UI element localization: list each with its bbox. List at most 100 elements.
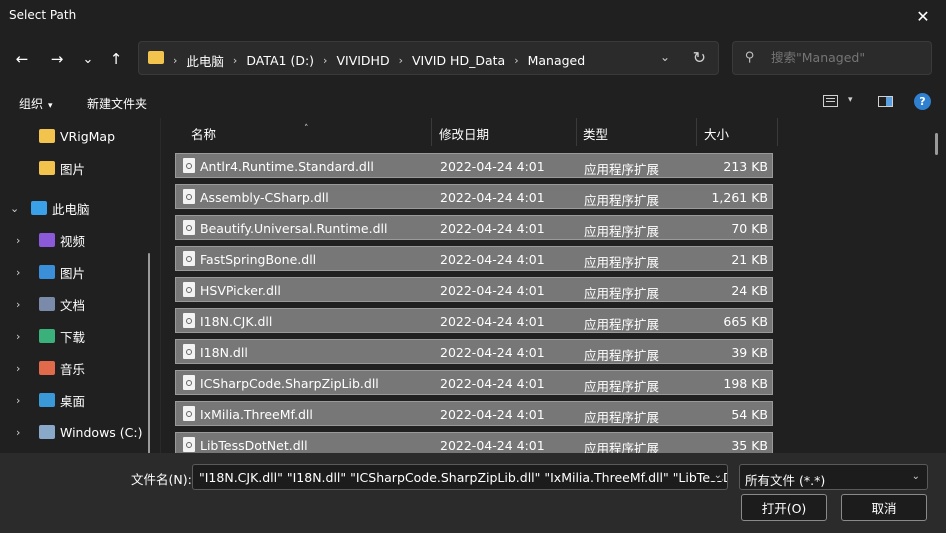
file-type: 应用程序扩展 — [584, 193, 660, 208]
chevron-right-icon[interactable]: › — [16, 234, 20, 247]
file-modified: 2022-04-24 4:01 — [440, 221, 545, 236]
address-bar[interactable]: › 此电脑 › DATA1 (D:) › VIVIDHD › VIVID HD_Data › Ma… — [138, 41, 719, 75]
file-size: 35 KB — [731, 438, 768, 453]
file-row[interactable]: HSVPicker.dll 2022-04-24 4:01 应用程序扩展 24 KB — [175, 277, 773, 302]
sidebar-item-label: 此电脑 — [52, 201, 90, 217]
sidebar-item[interactable]: › 下载 — [0, 322, 160, 350]
address-dropdown-icon[interactable]: ⌄ — [660, 50, 670, 64]
filename-input[interactable]: "I18N.CJK.dll" "I18N.dll" "ICSharpCode.S… — [192, 464, 728, 490]
file-name: HSVPicker.dll — [200, 283, 281, 298]
sidebar-item[interactable]: VRigMap — [0, 122, 160, 150]
forward-arrow-icon[interactable]: → — [45, 47, 69, 71]
file-row[interactable]: I18N.CJK.dll 2022-04-24 4:01 应用程序扩展 665 KB — [175, 308, 773, 333]
dll-file-icon — [183, 313, 195, 328]
breadcrumb-separator-icon[interactable]: › — [323, 54, 327, 67]
file-size: 54 KB — [731, 407, 768, 422]
dll-file-icon — [183, 158, 195, 173]
sidebar-item-label: 下载 — [60, 329, 86, 345]
breadcrumb-item[interactable]: DATA1 (D:) — [246, 53, 314, 68]
search-icon: ⚲ — [745, 50, 755, 65]
sidebar-item[interactable]: ⌄ 此电脑 — [0, 194, 160, 222]
chevron-right-icon[interactable]: › — [16, 330, 20, 343]
breadcrumb-separator-icon[interactable]: › — [233, 54, 237, 67]
file-modified: 2022-04-24 4:01 — [440, 407, 545, 422]
sidebar-item[interactable]: › 桌面 — [0, 386, 160, 414]
sidebar-item[interactable]: › Windows (C:) — [0, 418, 160, 446]
breadcrumb-item[interactable]: VIVIDHD — [336, 53, 389, 68]
file-modified: 2022-04-24 4:01 — [440, 376, 545, 391]
file-row[interactable]: LibTessDotNet.dll 2022-04-24 4:01 应用程序扩展 35… — [175, 432, 773, 453]
dll-file-icon — [183, 220, 195, 235]
help-icon[interactable]: ? — [914, 93, 931, 110]
file-row[interactable]: Beautify.Universal.Runtime.dll 2022-04-24… — [175, 215, 773, 240]
breadcrumb-item[interactable]: Managed — [528, 53, 586, 68]
column-header-name[interactable]: 名称 ˄ — [161, 118, 431, 146]
sidebar-item[interactable]: › 视频 — [0, 226, 160, 254]
cancel-button[interactable]: 取消 — [841, 494, 927, 521]
file-row[interactable]: FastSpringBone.dll 2022-04-24 4:01 应用程序扩展 2… — [175, 246, 773, 271]
file-row[interactable]: Antlr4.Runtime.Standard.dll 2022-04-24 4:… — [175, 153, 773, 178]
file-name: I18N.CJK.dll — [200, 314, 273, 329]
up-arrow-icon[interactable]: ↑ — [104, 47, 128, 71]
monitor-icon — [31, 201, 47, 215]
filetype-value: 所有文件 (*.*) — [745, 473, 826, 488]
file-modified: 2022-04-24 4:01 — [440, 159, 545, 174]
sidebar-item-label: 视频 — [60, 233, 86, 249]
organize-button[interactable]: 组织 ▾ — [19, 95, 53, 112]
column-modified-label: 修改日期 — [439, 127, 490, 142]
file-row[interactable]: IxMilia.ThreeMf.dll 2022-04-24 4:01 应用程序扩展… — [175, 401, 773, 426]
column-name-label: 名称 — [191, 127, 217, 142]
file-name: IxMilia.ThreeMf.dll — [200, 407, 313, 422]
file-type: 应用程序扩展 — [584, 410, 660, 425]
new-folder-button[interactable]: 新建文件夹 — [87, 95, 147, 112]
desktop-icon — [39, 393, 55, 407]
file-row[interactable]: ICSharpCode.SharpZipLib.dll 2022-04-24 4:… — [175, 370, 773, 395]
file-name: Beautify.Universal.Runtime.dll — [200, 221, 388, 236]
sidebar-item[interactable]: › 文档 — [0, 290, 160, 318]
recent-locations-chevron-icon[interactable]: ⌄ — [76, 47, 100, 71]
chevron-down-icon[interactable]: ▾ — [848, 95, 853, 105]
search-box[interactable]: ⚲ — [732, 41, 932, 75]
breadcrumb-separator-icon[interactable]: › — [399, 54, 403, 67]
dll-file-icon — [183, 375, 195, 390]
file-size: 665 KB — [723, 314, 768, 329]
title-bar: Select Path ✕ — [0, 0, 946, 32]
column-header-type[interactable]: 类型 — [577, 118, 696, 146]
breadcrumb-separator-icon[interactable]: › — [514, 54, 518, 67]
chevron-right-icon[interactable]: › — [16, 266, 20, 279]
file-type: 应用程序扩展 — [584, 379, 660, 394]
chevron-down-icon[interactable]: ⌄ — [10, 202, 19, 215]
sidebar-item[interactable]: 图片 — [0, 154, 160, 182]
view-list-icon[interactable] — [823, 95, 838, 107]
filetype-select[interactable]: 所有文件 (*.*) ⌄ — [739, 464, 928, 490]
sidebar-item[interactable]: › 音乐 — [0, 354, 160, 382]
file-row[interactable]: I18N.dll 2022-04-24 4:01 应用程序扩展 39 KB — [175, 339, 773, 364]
folder-icon — [39, 161, 55, 175]
sidebar-item-label: 音乐 — [60, 361, 86, 377]
close-icon[interactable]: ✕ — [900, 0, 946, 32]
file-modified: 2022-04-24 4:01 — [440, 345, 545, 360]
preview-pane-icon[interactable] — [878, 96, 893, 107]
file-row[interactable]: Assembly-CSharp.dll 2022-04-24 4:01 应用程序扩展… — [175, 184, 773, 209]
sort-ascending-icon: ˄ — [304, 124, 309, 134]
file-type: 应用程序扩展 — [584, 162, 660, 177]
filename-dropdown-icon[interactable]: ⌄ — [709, 470, 722, 481]
breadcrumb-item[interactable]: 此电脑 — [186, 51, 224, 70]
chevron-right-icon[interactable]: › — [16, 298, 20, 311]
open-button[interactable]: 打开(O) — [741, 494, 827, 521]
column-header-modified[interactable]: 修改日期 — [432, 118, 576, 146]
breadcrumb-separator-icon[interactable]: › — [173, 54, 177, 67]
file-list-scrollbar[interactable] — [935, 133, 938, 155]
chevron-right-icon[interactable]: › — [16, 426, 20, 439]
back-arrow-icon[interactable]: ← — [10, 47, 34, 71]
chevron-right-icon[interactable]: › — [16, 362, 20, 375]
chevron-right-icon[interactable]: › — [16, 394, 20, 407]
column-header-size[interactable]: 大小 — [697, 118, 777, 146]
search-input[interactable] — [771, 50, 921, 65]
file-type: 应用程序扩展 — [584, 317, 660, 332]
refresh-icon[interactable]: ↻ — [693, 48, 706, 67]
sidebar-item[interactable]: › 图片 — [0, 258, 160, 286]
file-type: 应用程序扩展 — [584, 348, 660, 363]
breadcrumb-item[interactable]: VIVID HD_Data — [412, 53, 505, 68]
column-separator[interactable] — [777, 118, 778, 146]
